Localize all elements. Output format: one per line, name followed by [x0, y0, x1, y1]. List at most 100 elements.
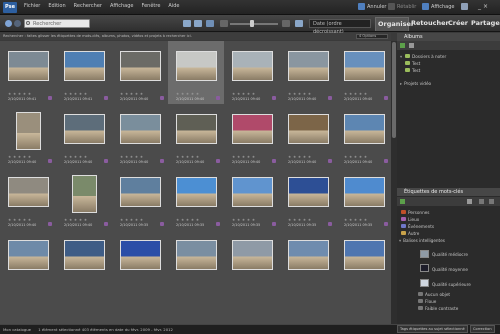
photo-thumbnail[interactable]	[288, 240, 329, 270]
keyword-find-icon[interactable]	[479, 199, 484, 204]
album-item[interactable]: Dossiers à noter	[405, 53, 446, 59]
keyword-item[interactable]: Personnes	[401, 209, 429, 215]
keyword-item[interactable]: Faible contraste	[418, 305, 458, 311]
thumb-size-large-icon[interactable]	[194, 20, 202, 27]
rating-stars[interactable]: ★ ★ ★ ★ ★	[176, 155, 199, 159]
photo-thumbnail[interactable]	[232, 114, 273, 144]
photo-thumbnail[interactable]	[288, 177, 329, 207]
rating-stars[interactable]: ★ ★ ★ ★ ★	[344, 92, 367, 96]
photo-thumbnail[interactable]	[232, 177, 273, 207]
tab-retoucher[interactable]: Retoucher	[411, 19, 449, 27]
rating-stars[interactable]: ★ ★ ★ ★ ★	[8, 155, 31, 159]
search-input[interactable]: Rechercher	[24, 19, 90, 28]
keyword-item[interactable]: Aucun objet	[418, 291, 450, 297]
menu-window[interactable]: Fenêtre	[141, 3, 160, 9]
keyword-view-icon[interactable]	[489, 199, 494, 204]
photo-thumbnail[interactable]	[8, 177, 49, 207]
photo-thumbnail[interactable]	[120, 114, 161, 144]
options-dropdown[interactable]: 4 Options	[356, 34, 388, 39]
photo-thumbnail[interactable]	[232, 51, 273, 81]
rating-stars[interactable]: ★ ★ ★ ★ ★	[232, 155, 255, 159]
media-cell[interactable]	[224, 230, 280, 293]
photo-thumbnail[interactable]	[232, 240, 273, 270]
tab-partager[interactable]: Partager	[471, 19, 500, 27]
zoom-out-icon[interactable]	[220, 20, 228, 27]
rating-stars[interactable]: ★ ★ ★ ★ ★	[288, 92, 311, 96]
menu-edit[interactable]: Edition	[48, 3, 65, 9]
media-cell[interactable]: ★ ★ ★ ★ ★ 2/10/2011 09:40	[0, 104, 56, 167]
rating-stars[interactable]: ★ ★ ★ ★ ★	[64, 92, 87, 96]
photo-thumbnail[interactable]	[120, 51, 161, 81]
media-cell[interactable]: ★ ★ ★ ★ ★ 2/10/2011 09:40	[56, 167, 112, 230]
media-cell[interactable]: ★ ★ ★ ★ ★ 2/10/2011 09:40	[0, 167, 56, 230]
media-cell[interactable]: ★ ★ ★ ★ ★ 2/10/2011 09:35	[280, 167, 336, 230]
sort-select[interactable]: Date (ordre décroissant)	[309, 19, 371, 35]
keyword-item[interactable]: ▾ Balises intelligentes	[399, 237, 445, 243]
thumb-size-small-icon[interactable]	[183, 20, 191, 27]
keywords-header[interactable]: Étiquettes de mots-clés	[397, 188, 500, 196]
view-button[interactable]: Affichage	[422, 3, 455, 10]
media-cell[interactable]	[56, 230, 112, 293]
photo-thumbnail[interactable]	[176, 51, 217, 81]
media-cell[interactable]	[0, 230, 56, 293]
zoom-in-icon[interactable]	[282, 20, 290, 27]
photo-thumbnail[interactable]	[344, 51, 385, 81]
rating-stars[interactable]: ★ ★ ★ ★ ★	[8, 92, 31, 96]
media-cell[interactable]: ★ ★ ★ ★ ★ 2/10/2011 09:41	[0, 41, 56, 104]
minimize-icon[interactable]: _	[478, 3, 481, 10]
media-cell[interactable]: ★ ★ ★ ★ ★ 2/10/2011 09:35	[336, 167, 392, 230]
media-cell[interactable]: ★ ★ ★ ★ ★ 2/10/2011 09:40	[168, 41, 224, 104]
zoom-slider[interactable]	[230, 23, 278, 25]
rating-stars[interactable]: ★ ★ ★ ★ ★	[232, 218, 255, 222]
redo-button[interactable]: Rétablir	[388, 3, 416, 10]
undo-button[interactable]: Annuler	[358, 3, 386, 10]
rating-stars[interactable]: ★ ★ ★ ★ ★	[288, 218, 311, 222]
media-cell[interactable]: ★ ★ ★ ★ ★ 2/10/2011 09:40	[280, 41, 336, 104]
photo-thumbnail[interactable]	[176, 114, 217, 144]
photo-thumbnail[interactable]	[344, 177, 385, 207]
photo-thumbnail[interactable]	[288, 114, 329, 144]
search-drop-hint[interactable]: Rechercher : faites glisser les étiquett…	[0, 33, 391, 40]
album-item[interactable]: ▸ Projets vidéo	[400, 80, 431, 86]
tag-selected-button[interactable]: Tags étiquettes au sujet sélectionné	[397, 325, 468, 333]
catalog-name[interactable]: Mon catalogue	[3, 327, 31, 332]
media-cell[interactable]: ★ ★ ★ ★ ★ 2/10/2011 09:40	[224, 104, 280, 167]
rating-stars[interactable]: ★ ★ ★ ★ ★	[120, 155, 143, 159]
rating-stars[interactable]: ★ ★ ★ ★ ★	[176, 218, 199, 222]
media-cell[interactable]: ★ ★ ★ ★ ★ 2/10/2011 09:40	[112, 104, 168, 167]
photo-thumbnail[interactable]	[288, 51, 329, 81]
window-controls[interactable]: _ ×	[478, 3, 488, 10]
photo-thumbnail[interactable]	[344, 240, 385, 270]
media-cell[interactable]	[280, 230, 336, 293]
close-icon[interactable]: ×	[483, 3, 488, 10]
rating-stars[interactable]: ★ ★ ★ ★ ★	[8, 218, 31, 222]
correction-button[interactable]: Correction	[470, 325, 495, 333]
media-cell[interactable]	[168, 230, 224, 293]
media-cell[interactable]: ★ ★ ★ ★ ★ 2/10/2011 09:40	[336, 41, 392, 104]
keyword-item[interactable]: Floue	[418, 298, 436, 304]
rating-stars[interactable]: ★ ★ ★ ★ ★	[120, 218, 143, 222]
albums-header[interactable]: Albums	[397, 33, 500, 41]
albums-expander[interactable]: ▾	[400, 53, 402, 59]
album-item[interactable]: Test	[405, 67, 420, 73]
rating-stars[interactable]: ★ ★ ★ ★ ★	[120, 92, 143, 96]
media-cell[interactable]: ★ ★ ★ ★ ★ 2/10/2011 09:40	[168, 104, 224, 167]
add-album-icon[interactable]	[400, 43, 405, 48]
keyword-item[interactable]: Qualité médiocre	[432, 251, 468, 257]
photo-thumbnail[interactable]	[176, 240, 217, 270]
rating-stars[interactable]: ★ ★ ★ ★ ★	[64, 155, 87, 159]
photo-thumbnail[interactable]	[64, 240, 105, 270]
fullscreen-icon[interactable]	[295, 20, 303, 27]
media-cell[interactable]: ★ ★ ★ ★ ★ 2/10/2011 09:40	[112, 41, 168, 104]
tab-organiser[interactable]: Organiser	[375, 17, 414, 31]
photo-thumbnail[interactable]	[72, 175, 97, 213]
media-cell[interactable]: ★ ★ ★ ★ ★ 2/10/2011 09:40	[224, 41, 280, 104]
forward-icon[interactable]	[14, 20, 21, 27]
media-cell[interactable]: ★ ★ ★ ★ ★ 2/10/2011 09:40	[280, 104, 336, 167]
media-cell[interactable]: ★ ★ ★ ★ ★ 2/10/2011 09:41	[56, 41, 112, 104]
media-cell[interactable]: ★ ★ ★ ★ ★ 2/10/2011 09:35	[224, 167, 280, 230]
grid-scrollbar-thumb[interactable]	[392, 42, 396, 138]
menu-file[interactable]: Fichier	[24, 3, 40, 9]
keyword-options-icon[interactable]	[467, 199, 472, 204]
photo-thumbnail[interactable]	[344, 114, 385, 144]
